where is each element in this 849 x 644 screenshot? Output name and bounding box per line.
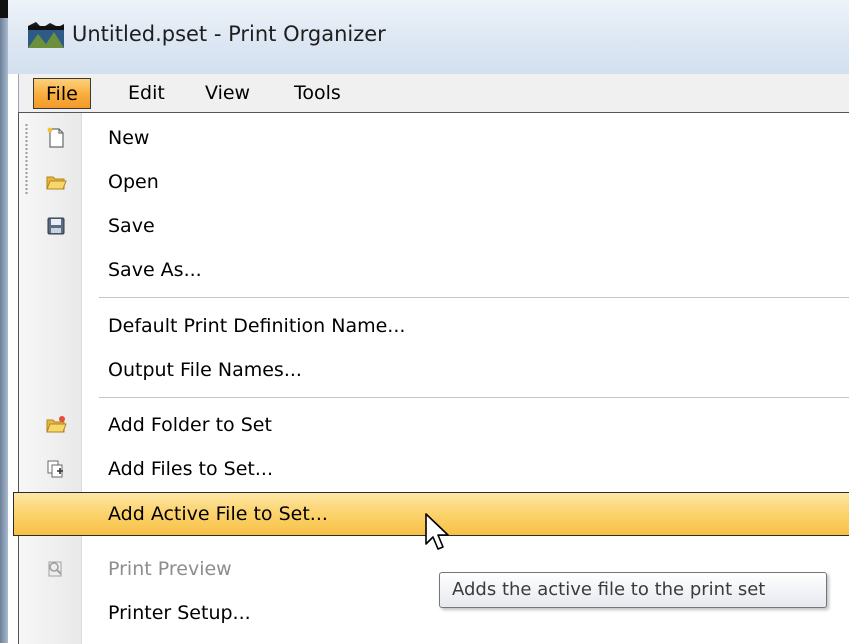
- menu-item-add-folder-to-set[interactable]: Add Folder to Set: [19, 403, 849, 447]
- menu-item-label: Open: [108, 171, 159, 193]
- menu-item-label: Print Preview: [108, 558, 232, 580]
- window-title: Untitled.pset - Print Organizer: [72, 22, 386, 46]
- new-file-icon: [47, 127, 64, 148]
- menu-item-open[interactable]: Open: [19, 160, 849, 204]
- add-files-icon: [47, 460, 63, 478]
- tooltip: Adds the active file to the print set: [439, 572, 827, 608]
- menu-item-save[interactable]: Save: [19, 204, 849, 248]
- mouse-pointer-icon: [425, 513, 449, 550]
- menu-item-label: Default Print Definition Name...: [108, 315, 406, 337]
- menu-item-output-file-names[interactable]: Output File Names...: [19, 348, 849, 392]
- menu-item-label: Save As...: [108, 259, 202, 281]
- print-preview-icon: [48, 561, 62, 577]
- menu-file[interactable]: File: [33, 78, 91, 109]
- menu-edit[interactable]: Edit: [116, 78, 177, 109]
- window-left-edge: [0, 0, 8, 643]
- menu-item-default-print-definition-name[interactable]: Default Print Definition Name...: [19, 304, 849, 348]
- open-folder-icon: [46, 176, 67, 190]
- menu-item-save-as[interactable]: Save As...: [19, 248, 849, 292]
- save-disk-icon: [47, 217, 65, 235]
- menu-item-label: Output File Names...: [108, 359, 302, 381]
- menu-view[interactable]: View: [193, 78, 262, 109]
- menu-tools[interactable]: Tools: [282, 78, 353, 109]
- title-bar[interactable]: Untitled.pset - Print Organizer: [8, 0, 849, 74]
- menu-separator: [99, 297, 849, 298]
- menu-item-label: Add Active File to Set...: [108, 503, 328, 525]
- menu-bar: File Edit View Tools: [18, 74, 849, 114]
- menu-separator: [99, 397, 849, 398]
- menu-item-label: Add Files to Set...: [108, 458, 273, 480]
- menu-item-add-files-to-set[interactable]: Add Files to Set...: [19, 447, 849, 491]
- menu-item-label: Printer Setup...: [108, 602, 251, 624]
- print-organizer-app-icon: [28, 22, 64, 48]
- menu-item-new[interactable]: New: [19, 116, 849, 160]
- file-menu-dropdown: New Open Save Save As... Default Print D…: [13, 112, 849, 644]
- menu-item-label: Add Folder to Set: [108, 414, 272, 436]
- add-folder-icon: [46, 416, 67, 433]
- menu-item-label: New: [108, 127, 150, 149]
- menu-item-label: Save: [108, 215, 155, 237]
